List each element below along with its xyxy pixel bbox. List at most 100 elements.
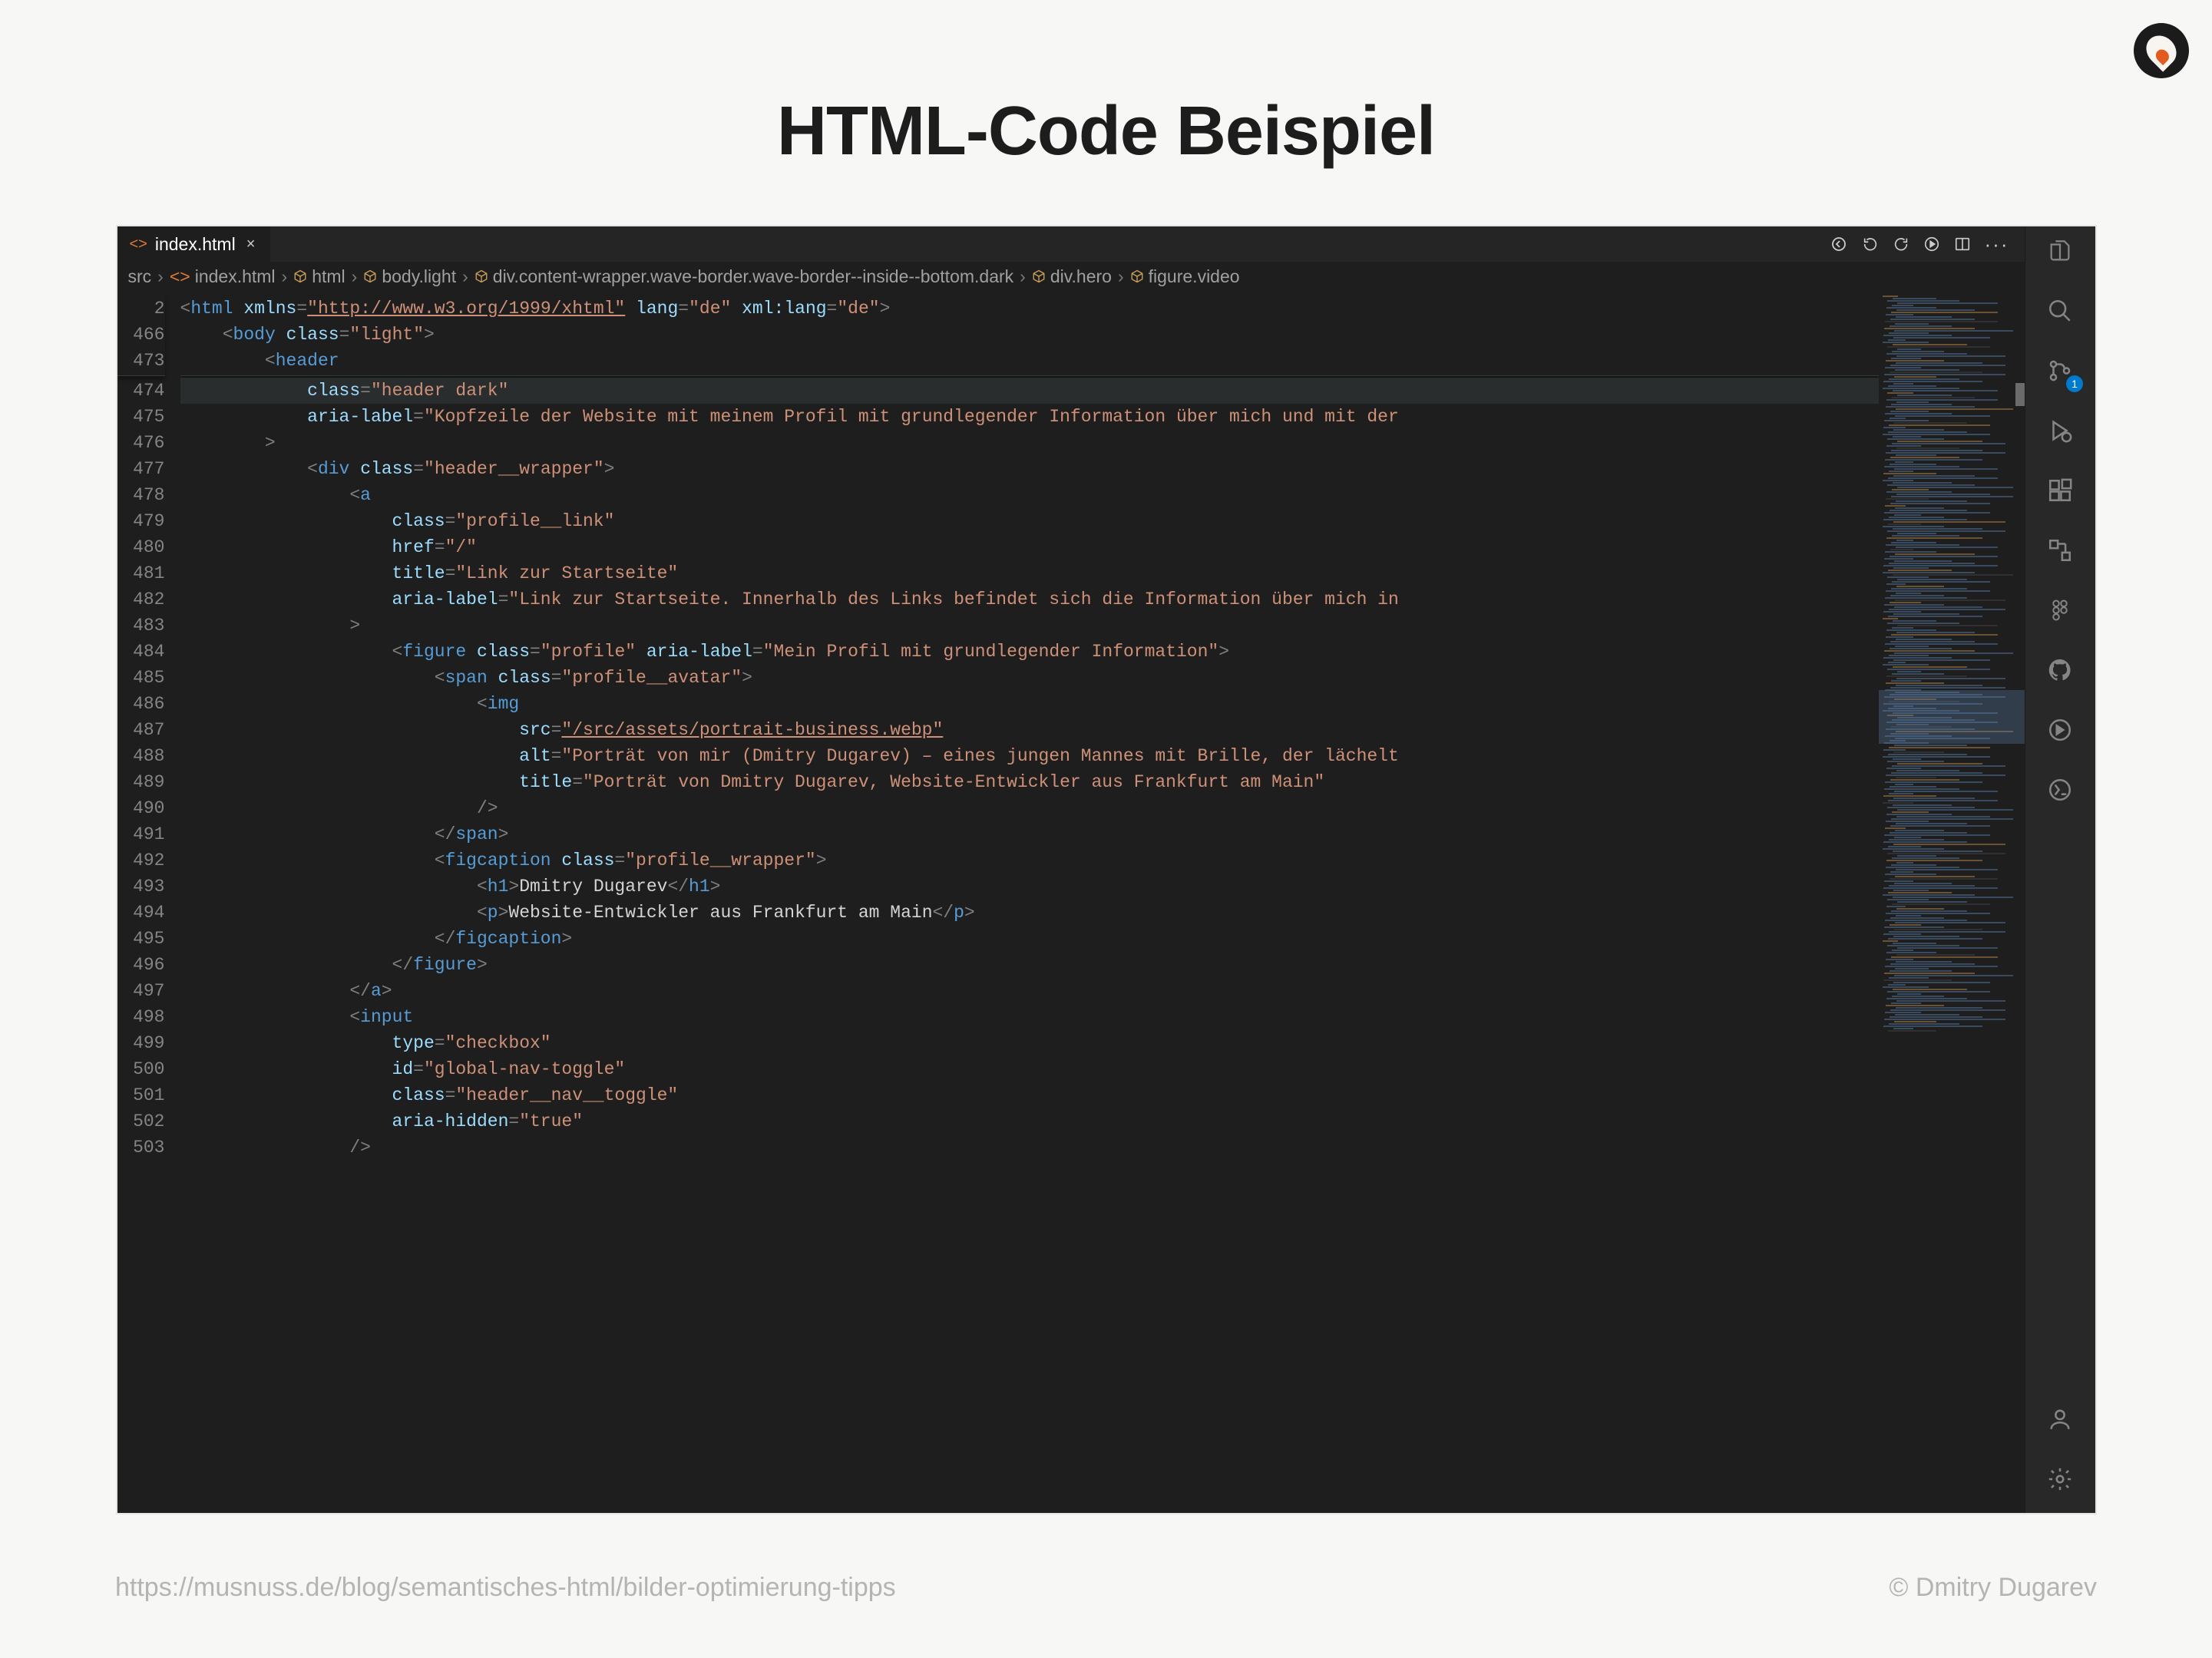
line-number: 495 — [117, 926, 165, 952]
line-number: 487 — [117, 717, 165, 743]
vscode-editor: <> index.html × ··· src›<>index.html›htm… — [116, 225, 2097, 1514]
nav-back-icon[interactable] — [1862, 236, 1879, 253]
line-number: 497 — [117, 978, 165, 1004]
code-line: </figcaption> — [180, 926, 1879, 952]
live-preview-icon[interactable] — [2042, 712, 2078, 748]
breadcrumb-label: html — [312, 266, 345, 287]
line-number: 488 — [117, 743, 165, 769]
line-number: 502 — [117, 1108, 165, 1135]
chevron-right-icon: › — [462, 266, 468, 287]
line-number: 498 — [117, 1004, 165, 1030]
breadcrumb: src›<>index.html›html›body.light›div.con… — [117, 262, 2025, 291]
breadcrumb-item[interactable]: div.content-wrapper.wave-border.wave-bor… — [474, 266, 1013, 287]
code-line: </span> — [180, 821, 1879, 847]
line-number: 492 — [117, 847, 165, 874]
breadcrumb-item[interactable]: <>index.html — [170, 266, 276, 287]
line-number: 493 — [117, 874, 165, 900]
code-line: <input — [180, 1004, 1879, 1030]
code-line: <img — [180, 691, 1879, 717]
minimap[interactable] — [1879, 291, 2025, 1513]
chevron-right-icon: › — [352, 266, 358, 287]
minimap-viewport[interactable] — [1879, 690, 2025, 744]
line-number: 494 — [117, 900, 165, 926]
explorer-icon[interactable] — [2042, 233, 2078, 269]
code-line: > — [180, 430, 1879, 456]
run-debug-icon[interactable] — [2042, 412, 2078, 449]
element-icon — [363, 269, 377, 283]
line-number: 479 — [117, 508, 165, 534]
code-line: <h1>Dmitry Dugarev</h1> — [180, 874, 1879, 900]
breadcrumb-item[interactable]: div.hero — [1032, 266, 1112, 287]
code-line: <span class="profile__avatar"> — [180, 665, 1879, 691]
code-line: <body class="light"> — [180, 322, 1879, 348]
extensions-icon[interactable] — [2042, 472, 2078, 509]
code-line: title="Link zur Startseite" — [180, 560, 1879, 586]
code-line: aria-label="Link zur Startseite. Innerha… — [180, 586, 1879, 613]
chevron-right-icon: › — [1020, 266, 1026, 287]
line-number: 489 — [117, 769, 165, 795]
line-number: 485 — [117, 665, 165, 691]
components-icon[interactable] — [2042, 532, 2078, 569]
code-line: <figcaption class="profile__wrapper"> — [180, 847, 1879, 874]
element-icon — [474, 269, 488, 283]
line-number: 474 — [117, 378, 165, 404]
code-content[interactable]: <html xmlns="http://www.w3.org/1999/xhtm… — [180, 291, 1879, 1513]
code-icon: <> — [170, 266, 190, 287]
breadcrumb-item[interactable]: body.light — [363, 266, 456, 287]
line-number: 478 — [117, 482, 165, 508]
code-line: /> — [180, 1135, 1879, 1161]
element-icon — [293, 269, 307, 283]
line-number: 490 — [117, 795, 165, 821]
breadcrumb-item[interactable]: html — [293, 266, 345, 287]
tab-index-html[interactable]: <> index.html × — [117, 226, 271, 262]
code-line: <a — [180, 482, 1879, 508]
code-line: id="global-nav-toggle" — [180, 1056, 1879, 1082]
search-icon[interactable] — [2042, 292, 2078, 329]
breadcrumb-item[interactable]: src — [128, 266, 152, 287]
code-line: alt="Porträt von mir (Dmitry Dugarev) – … — [180, 743, 1879, 769]
close-icon[interactable]: × — [243, 236, 259, 253]
line-number: 484 — [117, 639, 165, 665]
settings-gear-icon[interactable] — [2042, 1461, 2078, 1498]
code-line: href="/" — [180, 534, 1879, 560]
code-line: class="profile__link" — [180, 508, 1879, 534]
line-number: 501 — [117, 1082, 165, 1108]
line-number: 466 — [117, 322, 165, 348]
breadcrumb-label: div.hero — [1050, 266, 1112, 287]
code-line: aria-label="Kopfzeile der Website mit me… — [180, 404, 1879, 430]
go-back-icon[interactable] — [1830, 235, 1848, 253]
run-icon[interactable] — [1923, 236, 1940, 253]
more-icon[interactable]: ··· — [1985, 233, 2009, 256]
line-number: 500 — [117, 1056, 165, 1082]
breadcrumb-label: body.light — [382, 266, 456, 287]
code-line: /> — [180, 795, 1879, 821]
remote-icon[interactable] — [2042, 771, 2078, 808]
line-number: 481 — [117, 560, 165, 586]
activity-bar — [2025, 226, 2095, 1513]
line-number: 477 — [117, 456, 165, 482]
account-icon[interactable] — [2042, 1401, 2078, 1438]
breadcrumb-label: src — [128, 266, 152, 287]
line-number: 473 — [117, 348, 165, 374]
brand-logo — [2134, 23, 2189, 78]
split-editor-icon[interactable] — [1954, 236, 1971, 253]
figma-icon[interactable] — [2042, 592, 2078, 629]
github-icon[interactable] — [2042, 652, 2078, 689]
nav-forward-icon[interactable] — [1893, 236, 1909, 253]
footer-copyright: © Dmitry Dugarev — [1889, 1573, 2097, 1603]
tab-label: index.html — [155, 234, 236, 255]
code-line: </figure> — [180, 952, 1879, 978]
line-number: 486 — [117, 691, 165, 717]
line-number: 491 — [117, 821, 165, 847]
element-icon — [1032, 269, 1046, 283]
scrollbar-thumb[interactable] — [2015, 383, 2025, 406]
code-line: class="header__nav__toggle" — [180, 1082, 1879, 1108]
line-number: 480 — [117, 534, 165, 560]
page-title: HTML-Code Beispiel — [0, 0, 2212, 225]
code-line: src="/src/assets/portrait-business.webp" — [180, 717, 1879, 743]
source-control-icon[interactable] — [2042, 352, 2078, 389]
breadcrumb-item[interactable]: figure.video — [1130, 266, 1240, 287]
code-line: aria-hidden="true" — [180, 1108, 1879, 1135]
code-line: class="header dark" — [180, 378, 1879, 404]
code-line: </a> — [180, 978, 1879, 1004]
